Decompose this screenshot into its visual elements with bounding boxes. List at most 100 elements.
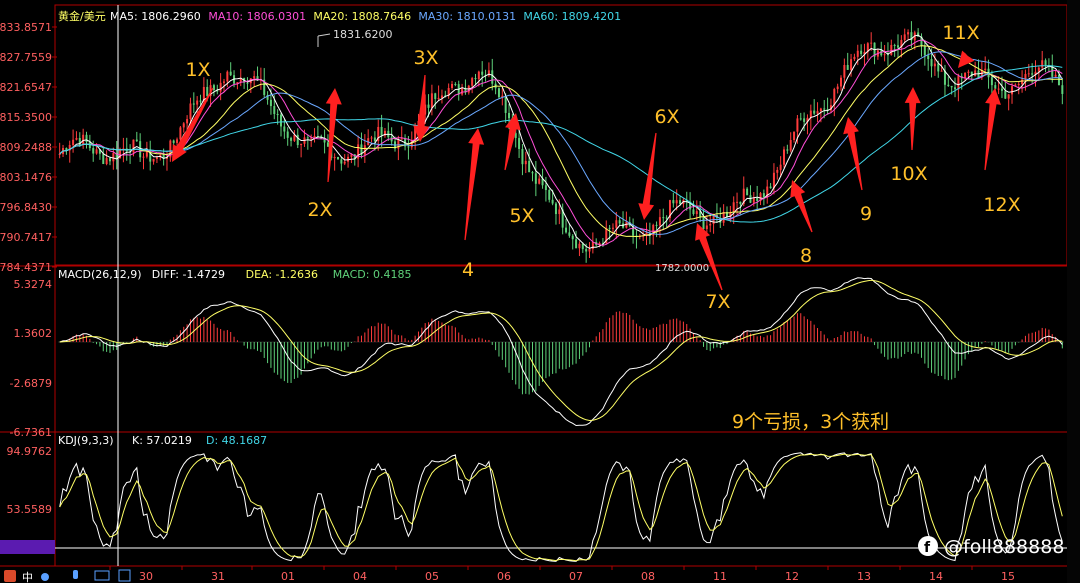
- trade-arrow: [172, 87, 214, 162]
- x-axis-label: 05: [425, 570, 439, 583]
- candle-body: [856, 50, 859, 57]
- candle-body: [705, 225, 708, 230]
- candle-body: [363, 145, 366, 155]
- macd-y-tick: -2.6879: [10, 377, 52, 390]
- x-axis-label: 11: [713, 570, 727, 583]
- macd-legend: MACD(26,12,9) DIFF: -1.4729 DEA: -1.2636 MA…: [58, 268, 411, 281]
- candle-body: [954, 87, 957, 90]
- candle-body: [471, 78, 474, 86]
- watermark-handle: @foll888888: [944, 536, 1064, 558]
- candle-body: [407, 146, 410, 148]
- candle-body: [1004, 90, 1007, 99]
- candle-body: [290, 137, 293, 141]
- candle-body: [608, 227, 611, 229]
- candle-body: [997, 88, 1000, 90]
- candle-body: [947, 84, 950, 86]
- trade-arrow: [464, 128, 485, 241]
- candle-body: [575, 239, 578, 249]
- candle-body: [253, 76, 256, 79]
- taskbar: 中: [4, 569, 131, 583]
- microphone-icon[interactable]: [73, 570, 78, 579]
- candle-body: [370, 137, 373, 139]
- candle-body: [565, 227, 568, 233]
- x-axis-label: 01: [281, 570, 295, 583]
- macd-legend-item: MACD(26,12,9): [58, 268, 142, 281]
- main-y-tick: 833.8571: [0, 21, 52, 34]
- kdj-y-tick: 94.9762: [7, 445, 53, 458]
- settings-icon[interactable]: [118, 569, 131, 582]
- candle-body: [497, 88, 500, 98]
- candle-body: [618, 220, 621, 224]
- instrument-label: 黄金/美元: [58, 9, 106, 23]
- candle-body: [679, 200, 682, 204]
- candle-body: [296, 134, 299, 146]
- candle-body: [544, 185, 547, 191]
- trade-arrow: [695, 223, 723, 291]
- x-axis-label: 13: [857, 570, 871, 583]
- kdj-legend: KDJ(9,3,3) K: 57.0219 D: 48.1687: [58, 434, 267, 447]
- candle-body: [340, 159, 343, 164]
- candle-body: [816, 111, 819, 114]
- candle-body: [769, 186, 772, 189]
- trade-label: 7X: [705, 291, 730, 313]
- kdj-d-line: [59, 453, 1063, 562]
- candle-body: [72, 139, 75, 146]
- candle-body: [776, 169, 779, 173]
- ma-legend: MA5: 1806.2960 MA10: 1806.0301 MA20: 1808.…: [110, 10, 621, 23]
- summary-annotation: 9个亏损，3个获利: [732, 411, 889, 433]
- candle-body: [528, 160, 531, 173]
- x-axis-label: 30: [139, 570, 153, 583]
- trade-label: 1X: [185, 59, 210, 81]
- kdj-legend-item: K: 57.0219: [132, 434, 192, 447]
- candle-body: [796, 118, 799, 132]
- candle-body: [853, 56, 856, 60]
- candle-body: [1021, 79, 1024, 85]
- candle-body: [1061, 85, 1064, 94]
- app-icon[interactable]: [4, 570, 16, 582]
- candle-body: [286, 131, 289, 138]
- x-axis-label: 31: [211, 570, 225, 583]
- candle-body: [571, 235, 574, 240]
- candle-body: [732, 202, 735, 213]
- candle-body: [558, 209, 561, 215]
- candle-body: [283, 126, 286, 132]
- candle-body: [534, 173, 537, 184]
- candle-body: [823, 108, 826, 110]
- candle-body: [477, 71, 480, 79]
- candle-body: [662, 217, 665, 219]
- candle-body: [300, 143, 303, 146]
- candle-body: [199, 100, 202, 102]
- candle-body: [870, 42, 873, 44]
- trade-label: 2X: [307, 199, 332, 221]
- candle-body: [273, 106, 276, 115]
- main-y-tick: 790.7417: [0, 231, 52, 244]
- candle-body: [454, 83, 457, 85]
- candle-body: [799, 118, 802, 120]
- candle-body: [269, 99, 272, 107]
- candle-body: [937, 63, 940, 72]
- ime-indicator[interactable]: 中: [22, 571, 33, 583]
- candle-body: [850, 59, 853, 70]
- keyboard-icon[interactable]: [94, 570, 110, 581]
- macd-series: [58, 277, 1064, 427]
- x-axis-label: 06: [497, 570, 511, 583]
- candle-body: [313, 136, 316, 138]
- candle-body: [508, 112, 511, 119]
- candle-body: [1000, 88, 1003, 91]
- candle-body: [786, 149, 789, 151]
- facebook-icon-glyph: f: [924, 540, 931, 556]
- candle-body: [380, 126, 383, 136]
- candle-body: [172, 140, 175, 143]
- candle-body: [189, 103, 192, 120]
- candle-body: [219, 82, 222, 92]
- candle-body: [974, 70, 977, 77]
- candle-body: [779, 164, 782, 170]
- moon-icon[interactable]: [41, 573, 49, 581]
- candle-body: [326, 142, 329, 147]
- trade-arrow: [984, 88, 1001, 171]
- candle-body: [430, 93, 433, 108]
- x-axis-label: 12: [785, 570, 799, 583]
- candle-body: [229, 71, 232, 76]
- candle-body: [437, 97, 440, 99]
- candle-body: [890, 45, 893, 55]
